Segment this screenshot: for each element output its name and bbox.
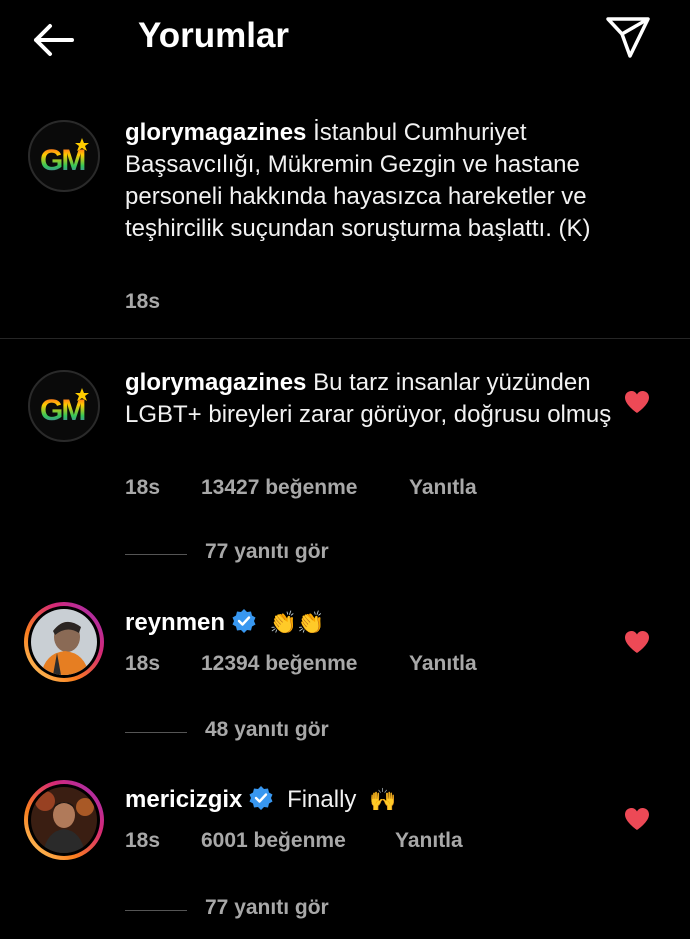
gm-logo-icon: GM: [30, 372, 98, 440]
username[interactable]: glorymagazines: [125, 119, 306, 146]
comment-body: Finally: [287, 786, 357, 813]
comment-text: reynmen 👏👏: [125, 607, 625, 639]
page-title: Yorumlar: [138, 16, 290, 55]
header: Yorumlar: [0, 0, 690, 80]
timestamp: 18s: [125, 652, 161, 675]
avatar[interactable]: [24, 780, 104, 860]
username[interactable]: mericizgix: [125, 786, 242, 813]
avatar-photo: [31, 609, 97, 675]
replies-line: [125, 910, 187, 911]
comment-text: glorymagazines Bu tarz insanlar yüzünden…: [125, 367, 625, 431]
like-count[interactable]: 6001 beğenme: [201, 829, 346, 853]
gm-logo-icon: GM: [30, 122, 98, 190]
view-replies-label: 77 yanıtı gör: [205, 540, 329, 563]
paper-plane-icon: [606, 17, 650, 58]
verified-badge-icon: [249, 786, 273, 810]
share-button[interactable]: [604, 14, 652, 62]
svg-text:GM: GM: [40, 144, 84, 177]
reply-button[interactable]: Yanıtla: [409, 652, 477, 676]
replies-line: [125, 554, 187, 555]
view-replies-label: 48 yanıtı gör: [205, 718, 329, 741]
timestamp: 18s: [125, 476, 161, 499]
back-button[interactable]: [28, 18, 80, 62]
avatar-ring: [28, 784, 100, 856]
avatar[interactable]: GM: [28, 120, 100, 192]
replies-line: [125, 732, 187, 733]
view-replies-label: 77 yanıtı gör: [205, 896, 329, 919]
clap-emoji: 👏👏: [269, 610, 325, 635]
heart-icon[interactable]: [624, 630, 650, 654]
arrow-left-icon: [34, 24, 74, 56]
raising-hands-emoji: 🙌: [369, 787, 397, 812]
reply-button[interactable]: Yanıtla: [395, 829, 463, 853]
username[interactable]: glorymagazines: [125, 369, 306, 396]
timestamp: 18s: [125, 829, 161, 852]
avatar[interactable]: [24, 602, 104, 682]
avatar[interactable]: GM: [28, 370, 100, 442]
username[interactable]: reynmen: [125, 609, 225, 636]
like-count[interactable]: 13427 beğenme: [201, 476, 357, 500]
comments-screen: Yorumlar GM glorymagazines İstanbul Cumh…: [0, 0, 690, 939]
caption-text: glorymagazines İstanbul Cumhuriyet Başsa…: [125, 117, 625, 245]
divider: [0, 338, 690, 339]
avatar-photo: [31, 787, 97, 853]
heart-icon[interactable]: [624, 390, 650, 414]
timestamp: 18s: [125, 290, 161, 313]
reply-button[interactable]: Yanıtla: [409, 476, 477, 500]
verified-badge-icon: [232, 609, 256, 633]
svg-text:GM: GM: [40, 394, 84, 427]
avatar-ring: [28, 606, 100, 678]
heart-icon[interactable]: [624, 807, 650, 831]
comment-text: mericizgix Finally 🙌: [125, 784, 625, 816]
like-count[interactable]: 12394 beğenme: [201, 652, 357, 676]
